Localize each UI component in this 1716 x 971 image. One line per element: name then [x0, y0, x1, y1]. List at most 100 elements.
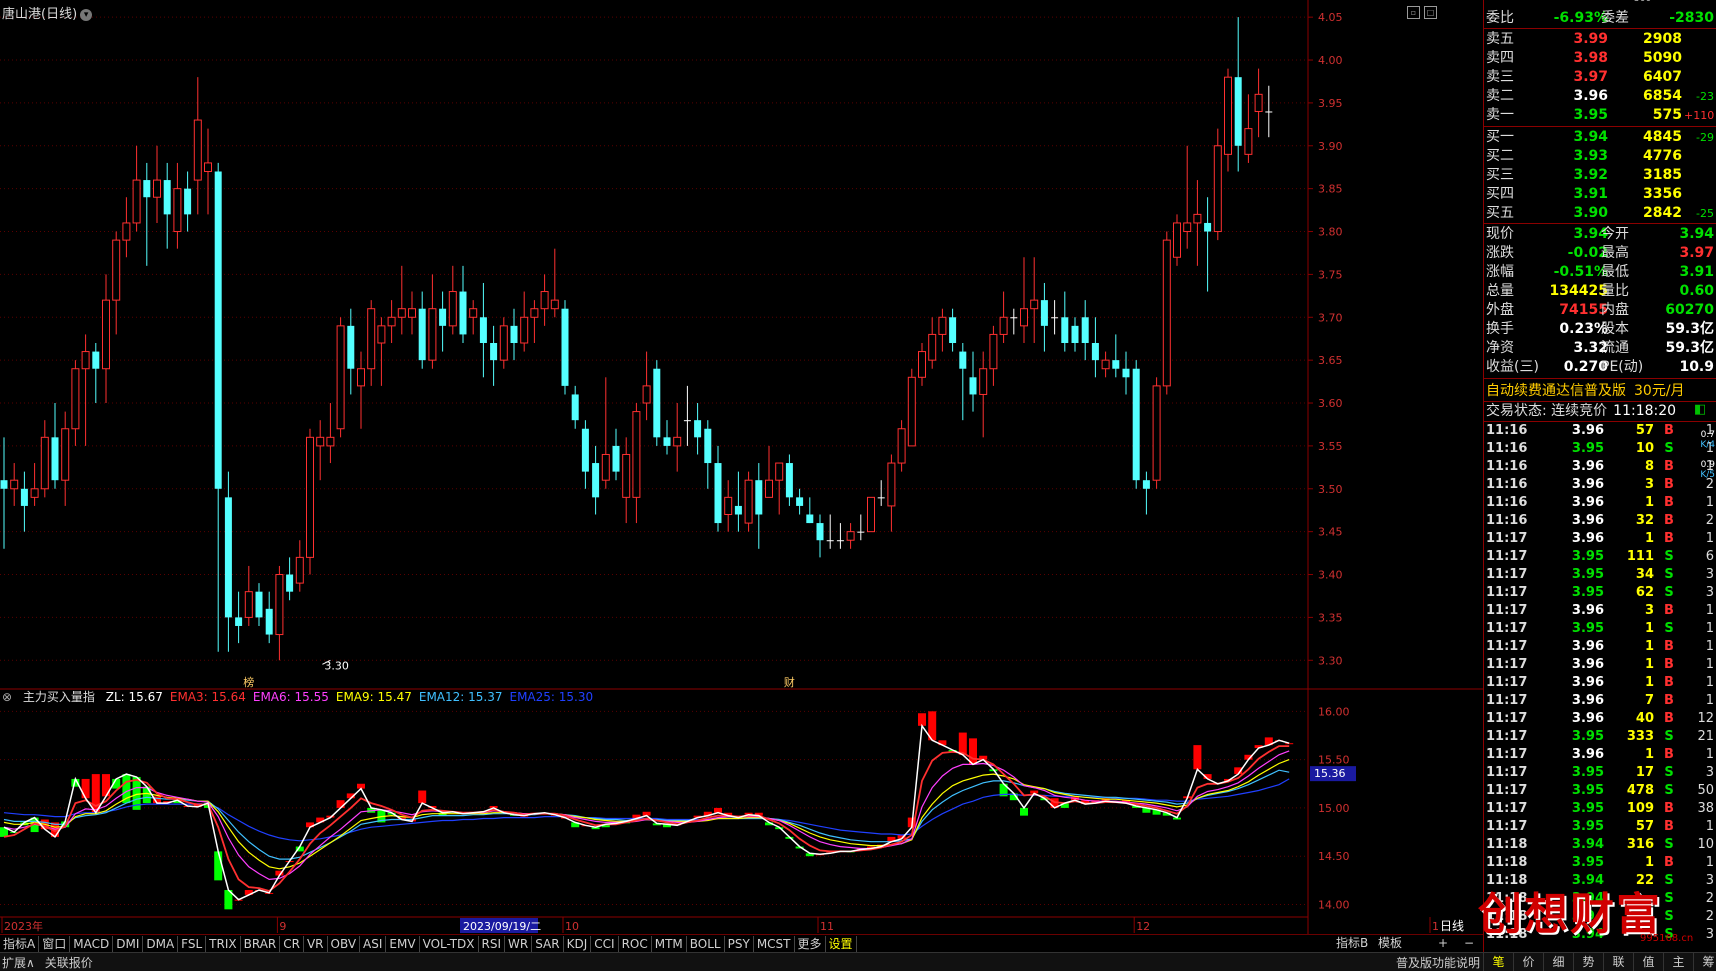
tab-vol-tdx[interactable]: VOL-TDX [420, 936, 479, 952]
candle-body [336, 325, 345, 430]
tick-row: 11:17 3.95 57 B 1 [1484, 818, 1716, 836]
candle-body [418, 308, 426, 361]
price-tick-label: 3.60 [1318, 397, 1343, 410]
candle-body [153, 179, 161, 198]
tab-indicator-b[interactable]: 指标B [1336, 934, 1368, 952]
tab-vr[interactable]: VR [304, 936, 328, 952]
chart-title[interactable]: 唐山港(日线) ▾ [2, 3, 93, 22]
tab-boll[interactable]: BOLL [687, 936, 725, 952]
tab-roc[interactable]: ROC [619, 936, 652, 952]
tab-mtm[interactable]: MTM [652, 936, 687, 952]
tab-cci[interactable]: CCI [591, 936, 619, 952]
candle-body [663, 437, 671, 446]
tab-sar[interactable]: SAR [532, 936, 564, 952]
chart-area[interactable]: 4.05 4.00 3.95 3.90 3.85 3.80 3.75 3.70 3.65 3.60… [0, 0, 1483, 935]
tab-窗口[interactable]: 窗口 [39, 936, 71, 952]
panel-tab-5[interactable]: 值 [1633, 953, 1663, 971]
tab-trix[interactable]: TRIX [206, 936, 241, 952]
chevron-down-icon[interactable]: ▾ [80, 8, 93, 21]
candle-body [51, 437, 59, 481]
toggle-icon[interactable]: ◧ [1694, 402, 1706, 417]
price-tick-label: 3.55 [1318, 440, 1343, 453]
candle-body [459, 291, 467, 335]
restore-icon[interactable]: ▫ [1407, 6, 1420, 19]
linked-quote-button[interactable]: 关联报价 [45, 956, 93, 970]
tick-price: 3.95 [1571, 585, 1604, 600]
candle-body [479, 317, 487, 343]
quote-panel: 500 委比 -6.93%委差 -2830 卖五 3.99 2908 卖四 3.98 5090 卖三… [1483, 0, 1716, 952]
candle-body [999, 316, 1008, 335]
tab-psy[interactable]: PSY [725, 936, 754, 952]
tick-time: 11:17 [1486, 765, 1528, 780]
tab-wr[interactable]: WR [505, 936, 533, 952]
indicator-title: ⊗ 主力买入量指 ZL: 15.67 EMA3: 15.64 EMA6: 15.55… [2, 688, 600, 705]
tab-dma[interactable]: DMA [143, 936, 179, 952]
candle-body [102, 299, 110, 370]
price-tick-label: 4.00 [1318, 54, 1343, 67]
candle-body [653, 368, 661, 438]
candle-body [275, 574, 284, 636]
tick-price: 3.94 [1571, 837, 1604, 852]
tab-macd[interactable]: MACD [70, 936, 114, 952]
stat-row: 涨跌 -0.02 最高 3.97 [1484, 244, 1716, 263]
zoom-out-button[interactable]: − [1464, 934, 1474, 952]
chart-svg[interactable]: 4.05 4.00 3.95 3.90 3.85 3.80 3.75 3.70 3.65 3.60… [0, 0, 1483, 935]
tick-time: 11:18 [1486, 837, 1528, 852]
panel-tab-2[interactable]: 细 [1543, 953, 1573, 971]
tab-更多[interactable]: 更多 [795, 936, 826, 952]
stat-row: 外盘 74155 内盘 60270 [1484, 301, 1716, 320]
tick-price: 3.96 [1571, 639, 1604, 654]
tick-time: 11:17 [1486, 693, 1528, 708]
ask-price: 3.98 [1573, 50, 1608, 66]
close-icon[interactable]: ⊗ [2, 690, 12, 704]
panel-tab-4[interactable]: 联 [1603, 953, 1633, 971]
panel-tab-6[interactable]: 主 [1663, 953, 1693, 971]
feature-help-link[interactable]: 普及版功能说明 [1396, 954, 1480, 971]
candle-body [1030, 299, 1039, 310]
tick-side: B [1664, 495, 1674, 510]
tab-kdj[interactable]: KDJ [564, 936, 592, 952]
indicator-legend-item: EMA25: 15.30 [509, 690, 594, 704]
expand-button[interactable]: 扩展∧ [2, 956, 35, 970]
candle-body [1173, 222, 1181, 258]
candle-body [326, 436, 335, 447]
panel-tab-1[interactable]: 价 [1513, 953, 1543, 971]
tab-设置[interactable]: 设置 [826, 936, 857, 952]
tick-count: 1 [1705, 693, 1714, 708]
ask-volume: 2908 [1643, 31, 1682, 47]
candle-body [1020, 308, 1028, 327]
candle-body [1122, 368, 1130, 378]
zoom-in-button[interactable]: + [1438, 934, 1448, 952]
tab-template[interactable]: 模板 [1378, 934, 1402, 952]
promo-banner[interactable]: 自动续费通达信普及版 30元/月 [1486, 381, 1685, 401]
tick-volume: 34 [1635, 567, 1654, 582]
candle-body [907, 376, 916, 447]
panel-tab-0[interactable]: 笔 [1483, 953, 1513, 971]
tab-cr[interactable]: CR [280, 936, 304, 952]
tab-fsl[interactable]: FSL [178, 936, 207, 952]
panel-tab-7[interactable]: 筹 [1693, 953, 1716, 971]
panel-tab-3[interactable]: 势 [1573, 953, 1603, 971]
bid-delta: -25 [1696, 207, 1714, 220]
candle-body [775, 462, 784, 481]
maximize-icon[interactable]: □ [1424, 6, 1437, 19]
price-tick-label: 3.35 [1318, 611, 1343, 624]
indicator-name: 主力买入量指 [22, 690, 95, 704]
tick-volume: 57 [1635, 423, 1654, 438]
tab-rsi[interactable]: RSI [479, 936, 506, 952]
tab-emv[interactable]: EMV [386, 936, 420, 952]
tab-asi[interactable]: ASI [360, 936, 387, 952]
price-tick-label: 3.50 [1318, 483, 1343, 496]
tick-count: 1 [1705, 531, 1714, 546]
tab-obv[interactable]: OBV [328, 936, 361, 952]
bid-label: 买二 [1486, 148, 1514, 164]
tick-count: 1 [1705, 675, 1714, 690]
tab-mcst[interactable]: MCST [754, 936, 795, 952]
tab-dmi[interactable]: DMI [113, 936, 144, 952]
tab-指标a[interactable]: 指标A [0, 936, 40, 952]
candle-body [724, 496, 733, 516]
date-tick-label: 10 [565, 920, 579, 933]
tick-volume: 316 [1626, 837, 1654, 852]
tab-brar[interactable]: BRAR [241, 936, 281, 952]
date-cursor-label: 2023/09/19/二 [463, 920, 541, 933]
